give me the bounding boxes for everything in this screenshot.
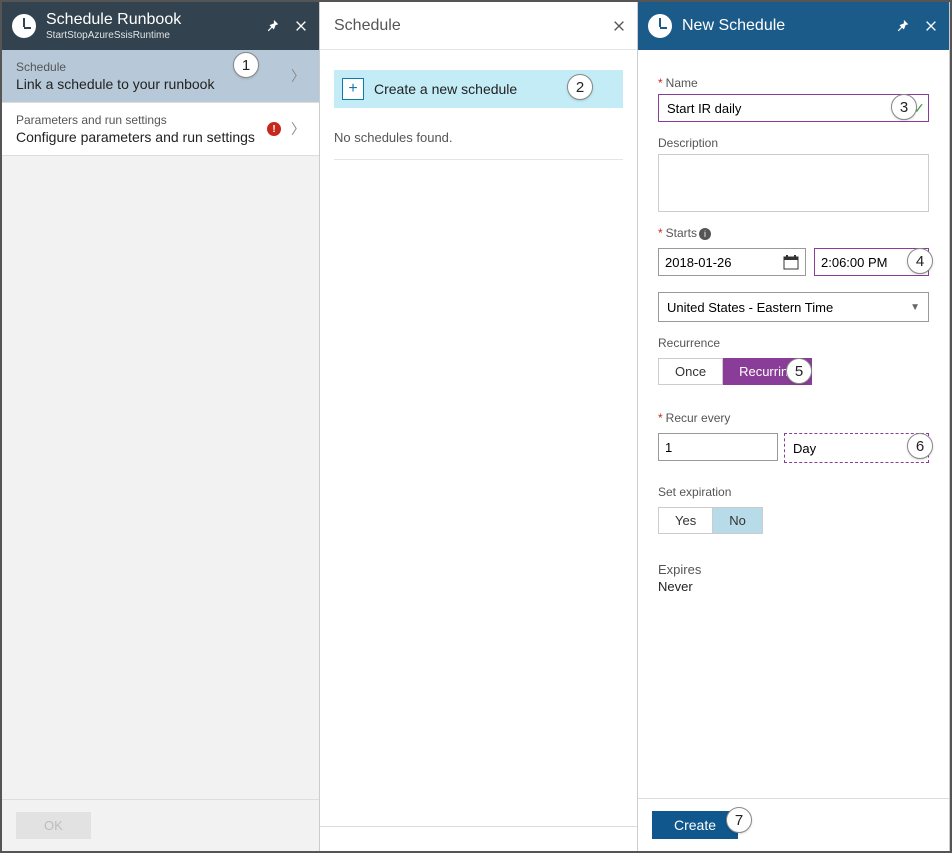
close-icon[interactable] <box>921 16 941 36</box>
chevron-right-icon: 〉 <box>291 66 305 86</box>
pin-icon[interactable] <box>263 16 283 36</box>
clock-icon <box>646 12 674 40</box>
recurrence-once-button[interactable]: Once <box>658 358 723 385</box>
expires-label: Expires <box>658 562 929 577</box>
nav-label: Schedule <box>16 60 285 74</box>
clock-icon <box>10 12 38 40</box>
name-input-wrap: ✓ 3 <box>658 94 929 122</box>
recur-unit-select[interactable]: Day ▼ <box>784 433 929 463</box>
timezone-select[interactable]: United States - Eastern Time ▼ <box>658 292 929 322</box>
name-input[interactable] <box>658 94 929 122</box>
panel-1-subtitle: StartStopAzureSsisRuntime <box>46 30 263 42</box>
description-label: Description <box>658 136 929 150</box>
starts-label: *Startsi <box>658 226 929 240</box>
panel-3-header: New Schedule <box>638 2 949 50</box>
close-icon[interactable] <box>609 16 629 36</box>
chevron-right-icon: 〉 <box>291 119 305 139</box>
panel-2-footer <box>320 826 637 851</box>
nav-item-parameters[interactable]: Parameters and run settings Configure pa… <box>2 103 319 156</box>
alert-icon: ! <box>267 122 281 136</box>
start-time-input[interactable] <box>814 248 929 276</box>
expiration-no-button[interactable]: No <box>713 507 763 534</box>
expiration-yes-button[interactable]: Yes <box>658 507 713 534</box>
panel-2-title: Schedule <box>328 16 609 35</box>
recurrence-recurring-button[interactable]: Recurring <box>723 358 812 385</box>
expiration-toggle: Yes No <box>658 507 929 534</box>
panel-1-footer: OK <box>2 799 319 851</box>
close-icon[interactable] <box>291 16 311 36</box>
panel-1-header: Schedule Runbook StartStopAzureSsisRunti… <box>2 2 319 50</box>
callout-2: 2 <box>567 74 593 100</box>
create-new-schedule-label: Create a new schedule <box>374 81 517 97</box>
recurrence-label: Recurrence <box>658 336 929 350</box>
check-icon: ✓ <box>913 100 925 117</box>
nav-value: Link a schedule to your runbook <box>16 76 285 92</box>
date-value: 2018-01-26 <box>665 255 732 270</box>
expires-block: Expires Never <box>658 562 929 594</box>
recur-every-label: *Recur every <box>658 411 929 425</box>
panel-3-title: New Schedule <box>682 16 893 35</box>
ok-button[interactable]: OK <box>16 812 91 839</box>
schedule-runbook-panel: Schedule Runbook StartStopAzureSsisRunti… <box>2 2 320 851</box>
create-new-schedule-row[interactable]: + Create a new schedule 2 <box>334 70 623 108</box>
start-date-input[interactable]: 2018-01-26 <box>658 248 806 276</box>
recur-number-input[interactable] <box>658 433 778 461</box>
calendar-icon <box>783 254 799 270</box>
create-button[interactable]: Create <box>652 811 738 839</box>
chevron-down-icon: ▼ <box>910 443 920 454</box>
description-input[interactable] <box>658 154 929 212</box>
nav-label: Parameters and run settings <box>16 113 267 127</box>
recurrence-toggle: Once Recurring 5 <box>658 358 929 385</box>
no-schedules-text: No schedules found. <box>334 130 623 160</box>
schedule-panel: Schedule + Create a new schedule 2 No sc… <box>320 2 638 851</box>
nav-item-schedule[interactable]: Schedule Link a schedule to your runbook… <box>2 50 319 103</box>
info-icon[interactable]: i <box>699 228 711 240</box>
new-schedule-panel: New Schedule *Name ✓ 3 Description *Star… <box>638 2 950 851</box>
expires-value: Never <box>658 579 929 594</box>
pin-icon[interactable] <box>893 16 913 36</box>
recur-unit-value: Day <box>793 441 816 456</box>
timezone-value: United States - Eastern Time <box>667 300 833 315</box>
panel-3-footer: Create 7 <box>638 798 949 851</box>
nav-value: Configure parameters and run settings <box>16 129 267 145</box>
plus-icon: + <box>342 78 364 100</box>
panel-2-header: Schedule <box>320 2 637 50</box>
name-label: *Name <box>658 76 929 90</box>
set-expiration-label: Set expiration <box>658 485 929 499</box>
chevron-down-icon: ▼ <box>910 302 920 313</box>
panel-1-title: Schedule Runbook <box>46 10 263 29</box>
